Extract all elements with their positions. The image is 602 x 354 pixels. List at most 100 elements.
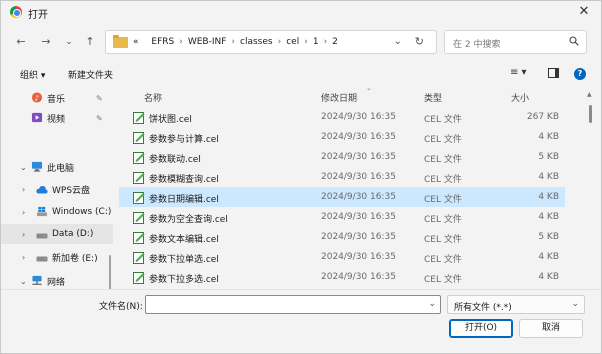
breadcrumb-classes[interactable]: classes — [240, 37, 273, 47]
column-header-name[interactable]: 名称 — [144, 91, 162, 104]
title-bar: 打开 ✕ — [1, 1, 601, 23]
file-modified-date: 2024/9/30 16:35 — [321, 252, 396, 262]
navigation-pane: ♪ 音乐 ✎ 视频 ✎ ⌄ 此电脑 › WPS云盘 › Windows (C:)… — [1, 85, 113, 289]
pin-icon[interactable]: ✎ — [96, 94, 103, 103]
file-name: 参数联动.cel — [149, 155, 201, 165]
computer-icon — [31, 161, 43, 172]
file-type: CEL 文件 — [424, 235, 462, 245]
sidebar-item-music[interactable]: ♪ 音乐 ✎ — [1, 88, 113, 108]
search-placeholder: 在 2 中搜索 — [453, 40, 501, 50]
open-button[interactable]: 打开(O) — [449, 319, 513, 338]
cancel-button[interactable]: 取消 — [519, 319, 583, 338]
file-name: 参数参与计算.cel — [149, 135, 219, 145]
open-file-dialog: 打开 ✕ ← → ⌄ ↑ « EFRS › WEB-INF › classes … — [0, 0, 602, 354]
up-arrow-icon[interactable]: ↑ — [83, 35, 97, 49]
sidebar-item-windows-c[interactable]: › Windows (C:) — [1, 202, 113, 222]
table-row[interactable]: 参数下拉单选.cel 2024/9/30 16:35 CEL 文件 4 KB — [119, 247, 565, 267]
search-icon — [569, 36, 579, 46]
breadcrumb-efrs[interactable]: EFRS — [151, 37, 174, 47]
file-size: 4 KB — [538, 212, 559, 222]
help-icon[interactable]: ? — [574, 68, 586, 80]
chevron-right-icon[interactable]: › — [22, 253, 25, 262]
close-button[interactable]: ✕ — [575, 3, 593, 21]
sidebar-item-this-pc[interactable]: ⌄ 此电脑 — [1, 157, 113, 177]
scroll-up-arrow-icon[interactable]: ▲ — [587, 91, 592, 98]
new-folder-button[interactable]: 新建文件夹 — [68, 68, 113, 81]
breadcrumb-overflow[interactable]: « — [133, 37, 139, 47]
file-type: CEL 文件 — [424, 215, 462, 225]
sidebar-item-label: 音乐 — [47, 94, 66, 105]
cel-file-icon — [133, 152, 145, 164]
forward-arrow-icon[interactable]: → — [39, 35, 53, 49]
breadcrumb-separator-icon[interactable]: › — [179, 37, 183, 47]
file-modified-date: 2024/9/30 16:35 — [321, 232, 396, 242]
breadcrumb-1[interactable]: 1 — [313, 37, 319, 47]
windows-drive-icon — [36, 206, 48, 217]
address-bar[interactable]: « EFRS › WEB-INF › classes › cel › 1 › 2… — [105, 30, 437, 54]
refresh-icon[interactable]: ↻ — [415, 35, 424, 48]
file-list-scrollbar[interactable] — [589, 105, 592, 123]
breadcrumb-web-inf[interactable]: WEB-INF — [188, 37, 227, 47]
chevron-down-icon[interactable]: ⌄ — [20, 163, 27, 172]
column-header-type[interactable]: 类型 — [424, 91, 442, 104]
folder-icon — [113, 34, 128, 48]
chevron-right-icon[interactable]: › — [22, 230, 25, 239]
table-row[interactable]: 参数参与计算.cel 2024/9/30 16:35 CEL 文件 4 KB — [119, 127, 565, 147]
table-row[interactable]: 参数为空全查询.cel 2024/9/30 16:35 CEL 文件 4 KB — [119, 207, 565, 227]
file-type: CEL 文件 — [424, 175, 462, 185]
search-box[interactable]: 在 2 中搜索 — [444, 30, 587, 54]
file-modified-date: 2024/9/30 16:35 — [321, 172, 396, 182]
cloud-icon — [36, 185, 48, 194]
pin-icon[interactable]: ✎ — [96, 114, 103, 123]
filename-history-chevron-icon[interactable]: ⌄ — [428, 299, 436, 309]
chevron-right-icon[interactable]: › — [22, 208, 25, 217]
recent-locations-chevron-icon[interactable]: ⌄ — [62, 35, 76, 49]
file-size: 4 KB — [538, 272, 559, 282]
sidebar-item-label: 视频 — [47, 114, 66, 125]
sidebar-item-new-volume-e[interactable]: › 新加卷 (E:) — [1, 247, 113, 267]
table-row[interactable]: 参数日期编辑.cel 2024/9/30 16:35 CEL 文件 4 KB — [119, 187, 565, 207]
file-list-header: 名称 ⌄ 修改日期 类型 大小 — [119, 85, 589, 107]
back-arrow-icon[interactable]: ← — [14, 35, 28, 49]
breadcrumb-cel[interactable]: cel — [286, 37, 299, 47]
preview-pane-icon[interactable] — [548, 68, 559, 78]
view-options-icon[interactable]: ≡ ▾ — [510, 67, 527, 78]
table-row[interactable]: 参数模糊查询.cel 2024/9/30 16:35 CEL 文件 4 KB — [119, 167, 565, 187]
chevron-down-icon[interactable]: ⌄ — [571, 299, 579, 309]
table-row[interactable]: 参数文本编辑.cel 2024/9/30 16:35 CEL 文件 5 KB — [119, 227, 565, 247]
column-header-size[interactable]: 大小 — [511, 91, 529, 104]
file-name: 参数下拉多选.cel — [149, 275, 219, 285]
breadcrumb-separator-icon[interactable]: › — [231, 37, 235, 47]
cel-file-icon — [133, 232, 145, 244]
video-icon — [31, 112, 43, 123]
column-header-date[interactable]: 修改日期 — [321, 91, 357, 104]
file-type: CEL 文件 — [424, 255, 462, 265]
organize-menu[interactable]: 组织 ▾ — [20, 68, 45, 81]
filename-label: 文件名(N): — [99, 302, 143, 312]
sidebar-item-wps-cloud[interactable]: › WPS云盘 — [1, 179, 113, 199]
filename-input[interactable]: ⌄ — [145, 295, 441, 314]
file-size: 4 KB — [538, 192, 559, 202]
drive-icon — [36, 233, 48, 239]
table-row[interactable]: 参数联动.cel 2024/9/30 16:35 CEL 文件 5 KB — [119, 147, 565, 167]
breadcrumb-separator-icon[interactable]: › — [278, 37, 282, 47]
chevron-right-icon[interactable]: › — [22, 185, 25, 194]
address-history-chevron-icon[interactable]: ⌄ — [394, 36, 402, 47]
sidebar-item-data-d[interactable]: › Data (D:) — [1, 224, 113, 244]
drive-icon — [36, 256, 48, 262]
sidebar-item-video[interactable]: 视频 ✎ — [1, 108, 113, 128]
chevron-down-icon[interactable]: ⌄ — [20, 277, 27, 286]
network-icon — [32, 275, 42, 285]
breadcrumb-2[interactable]: 2 — [332, 37, 338, 47]
table-row[interactable]: 参数下拉多选.cel 2024/9/30 16:35 CEL 文件 4 KB — [119, 267, 565, 287]
breadcrumb-separator-icon[interactable]: › — [304, 37, 308, 47]
file-type: CEL 文件 — [424, 195, 462, 205]
breadcrumb-separator-icon[interactable]: › — [324, 37, 328, 47]
file-name: 参数为空全查询.cel — [149, 215, 228, 225]
table-row[interactable]: 饼状图.cel 2024/9/30 16:35 CEL 文件 267 KB — [119, 107, 565, 127]
file-name: 参数文本编辑.cel — [149, 235, 219, 245]
file-type-select[interactable]: 所有文件 (*.*) ⌄ — [447, 295, 585, 314]
navigation-scrollbar[interactable] — [109, 255, 111, 289]
file-type: CEL 文件 — [424, 275, 462, 285]
sidebar-item-network[interactable]: ⌄ 网络 — [1, 271, 113, 289]
